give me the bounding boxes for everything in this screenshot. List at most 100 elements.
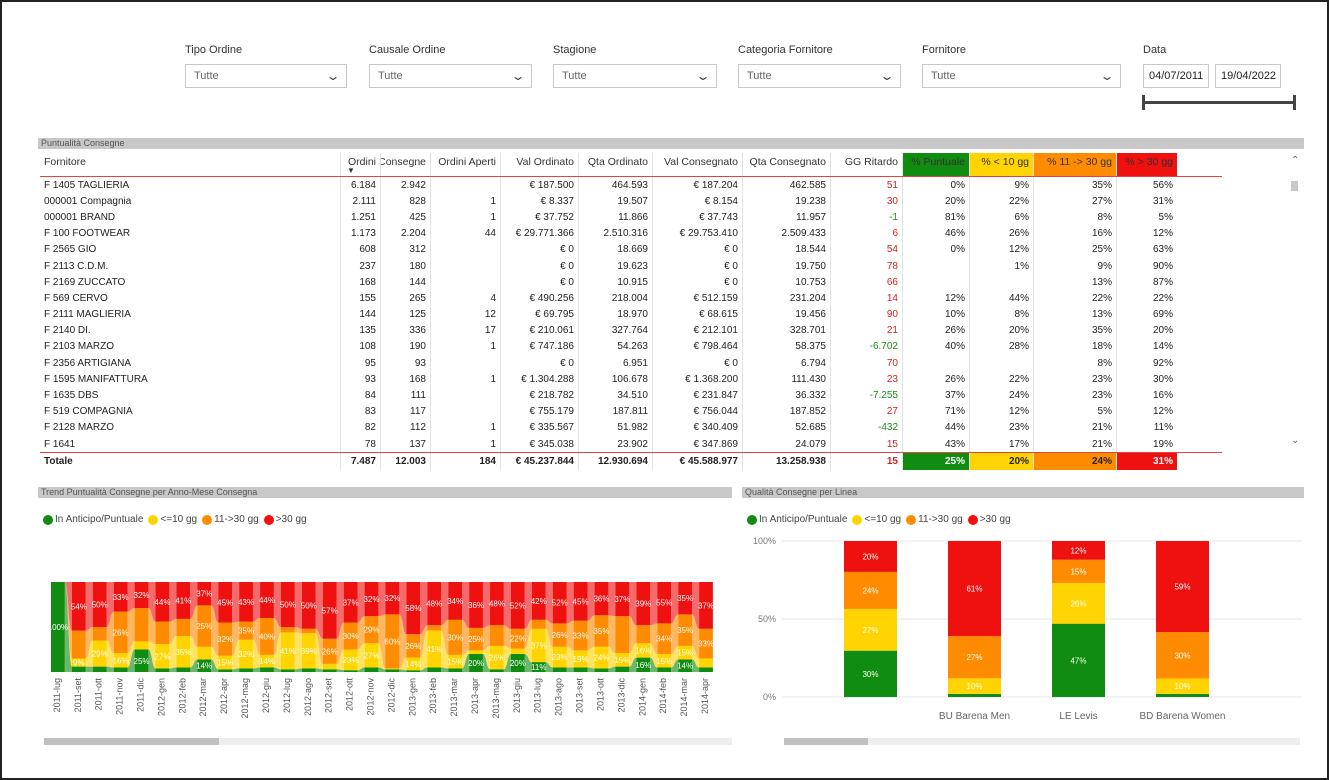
x-tick-label: 2013-mag bbox=[491, 678, 501, 719]
column-header[interactable]: % > 30 gg bbox=[1116, 153, 1177, 176]
column-header[interactable]: Ordini Aperti bbox=[430, 153, 500, 176]
trend-bar-segment bbox=[134, 641, 149, 650]
filter-tipo-ordine[interactable]: Tipo Ordine Tutte ⌄ bbox=[185, 44, 347, 88]
data-label: 20% bbox=[468, 659, 484, 668]
sort-desc-icon[interactable]: ▼ bbox=[347, 166, 355, 175]
table-cell: 6.184 bbox=[340, 177, 380, 194]
column-header[interactable]: % < 10 gg bbox=[969, 153, 1033, 176]
data-label: 26% bbox=[405, 642, 421, 651]
trend-bar-segment bbox=[155, 621, 170, 645]
table-row[interactable]: F 100 FOOTWEAR 1.173 2.204 44 € 29.771.366 2.… bbox=[40, 225, 1222, 242]
trend-bar-segment bbox=[343, 670, 358, 672]
legend-item[interactable]: In Anticipo/Puntuale bbox=[747, 514, 847, 525]
chevron-up-icon[interactable]: ⌃ bbox=[1291, 155, 1299, 166]
column-header[interactable]: GG Ritardo bbox=[830, 153, 902, 176]
filter-categoria-fornitore[interactable]: Categoria Fornitore Tutte ⌄ bbox=[738, 44, 901, 88]
date-to-input[interactable]: 19/04/2022 bbox=[1215, 64, 1281, 88]
table-cell: 51 bbox=[830, 177, 902, 194]
table-cell: 237 bbox=[340, 257, 380, 275]
table-row[interactable]: F 2128 MARZO 82 112 1 € 335.567 51.982 € 340.4… bbox=[40, 419, 1222, 436]
table-cell: € 345.038 bbox=[500, 436, 578, 453]
legend-dot-icon bbox=[852, 514, 863, 525]
table-row[interactable]: F 519 COMPAGNIA 83 117 € 755.179 187.811 € 75… bbox=[40, 403, 1222, 420]
scroll-thumb[interactable] bbox=[1291, 181, 1298, 191]
legend-item[interactable]: 11->30 gg bbox=[906, 514, 963, 525]
legend-item[interactable]: >30 gg bbox=[967, 514, 1011, 525]
column-header[interactable]: Ordini ▼ bbox=[340, 153, 380, 176]
column-header[interactable]: Fornitore bbox=[40, 153, 340, 176]
table-row[interactable]: F 1635 DBS 84 111 € 218.782 34.510 € 231.847 3… bbox=[40, 387, 1222, 404]
filter-dropdown[interactable]: Tutte ⌄ bbox=[922, 64, 1121, 88]
legend-item[interactable]: <=10 gg bbox=[852, 514, 901, 525]
table-row[interactable]: 000001 BRAND 1.251 425 1 € 37.752 11.866 € 37.… bbox=[40, 209, 1222, 226]
data-label: 30% bbox=[343, 632, 359, 641]
date-from-input[interactable]: 04/07/2011 bbox=[1143, 64, 1209, 88]
table-row[interactable]: F 2103 MARZO 108 190 1 € 747.186 54.263 € 798.… bbox=[40, 338, 1222, 356]
chevron-down-icon[interactable]: ⌄ bbox=[1291, 435, 1299, 446]
table-cell: 24% bbox=[969, 387, 1033, 404]
table-row[interactable]: F 2356 ARTIGIANA 95 93 € 0 6.951 € 0 6.794 70 8%… bbox=[40, 355, 1222, 372]
table-row[interactable]: F 1405 TAGLIERIA 6.184 2.942 € 187.500 464.5… bbox=[40, 177, 1222, 194]
filter-dropdown[interactable]: Tutte ⌄ bbox=[553, 64, 717, 88]
table-cell: 20% bbox=[1116, 322, 1177, 339]
table-cell: 27 bbox=[830, 403, 902, 420]
data-label: 57% bbox=[322, 606, 338, 615]
table-row[interactable]: F 2169 ZUCCATO 168 144 € 0 10.915 € 0 10.753 66… bbox=[40, 274, 1222, 291]
column-header[interactable]: % Puntuale bbox=[902, 153, 969, 176]
column-header[interactable]: Consegne bbox=[380, 153, 430, 176]
scroll-thumb[interactable] bbox=[784, 738, 868, 745]
data-label: 100% bbox=[48, 623, 68, 632]
legend-item[interactable]: >30 gg bbox=[263, 514, 307, 525]
table-row[interactable]: F 2565 GIO 608 312 € 0 18.669 € 0 18.544 54 0% 12… bbox=[40, 241, 1222, 258]
table-cell: 231.204 bbox=[742, 290, 830, 307]
trend-horizontal-scrollbar[interactable] bbox=[44, 738, 732, 745]
table-cell: 20% bbox=[969, 322, 1033, 339]
table-cell: 51.982 bbox=[578, 419, 652, 436]
table-row[interactable]: F 1641 78 137 1 € 345.038 23.902 € 347.869 24.0… bbox=[40, 436, 1222, 453]
table-cell: 168 bbox=[380, 371, 430, 388]
column-header[interactable]: % 11 -> 30 gg bbox=[1033, 153, 1116, 176]
filter-fornitore[interactable]: Fornitore Tutte ⌄ bbox=[922, 44, 1121, 88]
legend-item[interactable]: 11->30 gg bbox=[202, 514, 259, 525]
filter-stagione[interactable]: Stagione Tutte ⌄ bbox=[553, 44, 717, 88]
table-row[interactable]: 000001 Compagnia 2.111 828 1 € 8.337 19.507 € … bbox=[40, 193, 1222, 210]
table-cell: 111.430 bbox=[742, 371, 830, 388]
table-cell: 9% bbox=[1033, 257, 1116, 275]
column-header-label: % Puntuale bbox=[911, 156, 965, 168]
column-header[interactable]: Val Ordinato bbox=[500, 153, 578, 176]
table-cell: 13% bbox=[1033, 306, 1116, 323]
table-cell: 14 bbox=[830, 290, 902, 307]
filter-causale-ordine[interactable]: Causale Ordine Tutte ⌄ bbox=[369, 44, 532, 88]
table-cell: 1% bbox=[969, 257, 1033, 275]
legend-item[interactable]: In Anticipo/Puntuale bbox=[43, 514, 143, 525]
data-label: 33% bbox=[698, 640, 714, 649]
filter-dropdown[interactable]: Tutte ⌄ bbox=[369, 64, 532, 88]
data-label: 20% bbox=[510, 659, 526, 668]
table-cell: -7.255 bbox=[830, 387, 902, 404]
table-row[interactable]: F 2113 C.D.M. 237 180 € 0 19.623 € 0 19.750 78 1… bbox=[40, 257, 1222, 275]
data-label: 32% bbox=[134, 591, 150, 600]
slider-handle-end[interactable] bbox=[1293, 95, 1296, 110]
filter-data: Data bbox=[1143, 44, 1293, 58]
date-range-slider[interactable] bbox=[1142, 95, 1296, 110]
legend-item[interactable]: <=10 gg bbox=[148, 514, 197, 525]
filter-dropdown[interactable]: Tutte ⌄ bbox=[738, 64, 901, 88]
table-vertical-scrollbar[interactable]: ⌃ ⌄ bbox=[1290, 153, 1300, 453]
column-header[interactable]: Val Consegnato bbox=[652, 153, 742, 176]
table-row[interactable]: F 1595 MANIFATTURA 93 168 1 € 1.304.288 106.6… bbox=[40, 371, 1222, 388]
data-label: 34% bbox=[447, 597, 463, 606]
x-tick-label: 2014-apr bbox=[700, 678, 710, 714]
table-cell: 0% bbox=[902, 241, 969, 258]
slider-handle-start[interactable] bbox=[1142, 95, 1145, 110]
table-cell: 168 bbox=[340, 274, 380, 291]
column-header[interactable]: Qta Ordinato bbox=[578, 153, 652, 176]
table-cell: 36.332 bbox=[742, 387, 830, 404]
filter-dropdown[interactable]: Tutte ⌄ bbox=[185, 64, 347, 88]
scroll-thumb[interactable] bbox=[44, 738, 219, 745]
table-cell: € 29.753.410 bbox=[652, 225, 742, 242]
table-row[interactable]: F 569 CERVO 155 265 4 € 490.256 218.004 € 512.… bbox=[40, 290, 1222, 307]
table-row[interactable]: F 2140 DI. 135 336 17 € 210.061 327.764 € 212.… bbox=[40, 322, 1222, 339]
column-header[interactable]: Qta Consegnato bbox=[742, 153, 830, 176]
table-row[interactable]: F 2111 MAGLIERIA 144 125 12 € 69.795 18.970 € … bbox=[40, 306, 1222, 323]
quality-horizontal-scrollbar[interactable] bbox=[784, 738, 1300, 745]
